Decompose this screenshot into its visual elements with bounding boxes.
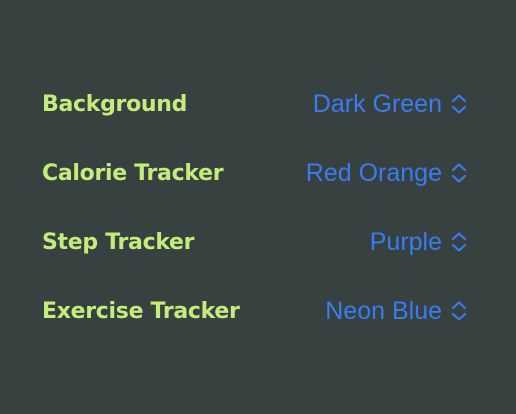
chevron-up-down-icon — [450, 231, 468, 253]
picker-value-calorie-tracker: Red Orange — [305, 158, 442, 187]
step-tracker-color-picker[interactable]: Purple — [370, 228, 468, 257]
setting-row-exercise-tracker: Exercise Tracker Neon Blue — [42, 293, 468, 329]
settings-panel: Background Dark Green Calorie Tracker Re… — [0, 0, 516, 414]
exercise-tracker-color-picker[interactable]: Neon Blue — [325, 297, 468, 326]
setting-label-background: Background — [42, 91, 188, 117]
chevron-up-down-icon — [450, 162, 468, 184]
chevron-up-down-icon — [450, 300, 468, 322]
background-color-picker[interactable]: Dark Green — [313, 90, 468, 119]
picker-value-background: Dark Green — [312, 89, 442, 118]
chevron-up-down-icon — [450, 93, 468, 115]
setting-label-calorie-tracker: Calorie Tracker — [42, 160, 224, 186]
setting-row-background: Background Dark Green — [42, 86, 468, 122]
setting-label-step-tracker: Step Tracker — [42, 229, 195, 255]
calorie-tracker-color-picker[interactable]: Red Orange — [306, 159, 468, 188]
setting-row-step-tracker: Step Tracker Purple — [42, 224, 468, 260]
picker-value-exercise-tracker: Neon Blue — [325, 296, 442, 325]
picker-value-step-tracker: Purple — [369, 227, 442, 256]
setting-label-exercise-tracker: Exercise Tracker — [42, 298, 240, 324]
setting-row-calorie-tracker: Calorie Tracker Red Orange — [42, 155, 468, 191]
